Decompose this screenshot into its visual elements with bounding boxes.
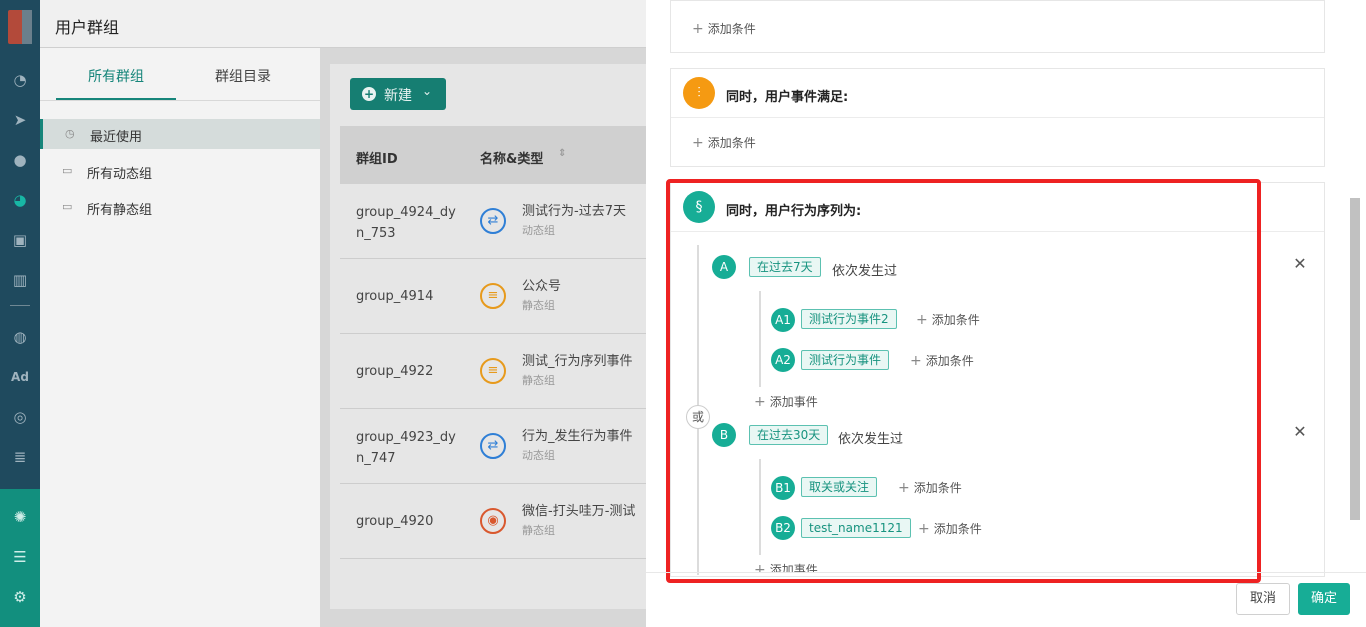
row-group-id: group_4924_dyn_753 (356, 205, 456, 241)
bar-chart-icon[interactable]: ▥ (8, 268, 32, 292)
nav-recent[interactable]: ◷ 最近使用 (40, 119, 320, 149)
add-condition-label: 添加条件 (707, 136, 756, 150)
row-group-id: group_4914 (356, 289, 434, 304)
page-title: 用户群组 (55, 18, 120, 37)
row-name[interactable]: 测试行为-过去7天 (522, 200, 646, 219)
user-group-icon[interactable]: ◕ (8, 188, 32, 212)
page-header: 用户群组 (40, 0, 646, 48)
user-groups-page: 用户群组 所有群组 群组目录 ◷ 最近使用 ▭ 所有动态组 ▭ 所有静态组 + … (40, 0, 646, 627)
tab-all-groups[interactable]: 所有群组 (88, 66, 144, 86)
event-section-title: 同时，用户事件满足: (726, 90, 849, 105)
table-row[interactable]: group_4923_dyn_747 ⇄ 行为_发生行为事件 动态组 (340, 409, 646, 484)
row-type: 静态组 (522, 524, 555, 537)
row-name[interactable]: 行为_发生行为事件 (522, 425, 646, 444)
table-row[interactable]: group_4924_dyn_753 ⇄ 测试行为-过去7天 动态组 (340, 184, 646, 259)
table-row[interactable]: group_4920 ◉ 微信-打头哇万-测试 静态组 (340, 484, 646, 559)
wechat-group-icon: ◉ (480, 508, 506, 534)
add-condition-link[interactable]: + 添加条件 (692, 134, 756, 151)
row-type: 静态组 (522, 299, 555, 312)
folder-icon: ▭ (62, 164, 73, 177)
sort-icon[interactable]: ⇕ (558, 148, 566, 159)
footer-divider (646, 572, 1366, 573)
row-group-id: group_4922 (356, 364, 434, 379)
app-logo (8, 10, 32, 44)
new-group-button[interactable]: + 新建 ⌄ (350, 78, 446, 110)
close-icon[interactable]: ✕ (1292, 256, 1308, 272)
wechat-icon[interactable]: ◍ (8, 325, 32, 349)
active-tab-indicator (56, 98, 176, 100)
rail-bottom-panel: ✺ ☰ ⚙ (0, 489, 40, 627)
folder-icon: ▭ (62, 200, 73, 213)
user-icon[interactable]: ● (8, 148, 32, 172)
row-name[interactable]: 测试_行为序列事件 (522, 350, 646, 369)
nav-static-label: 所有静态组 (87, 203, 153, 218)
group-table-area: + 新建 ⌄ 群组ID 名称&类型 ⇕ group_4924_dyn_753 ⇄… (330, 64, 646, 609)
highlight-box (666, 179, 1261, 583)
row-group-id: group_4920 (356, 514, 434, 529)
static-group-icon: ≡ (480, 283, 506, 309)
dynamic-group-icon: ⇄ (480, 433, 506, 459)
tab-group-directory[interactable]: 群组目录 (215, 66, 271, 86)
drawer-scrollbar[interactable] (1350, 198, 1360, 520)
server-icon[interactable]: ☰ (8, 545, 32, 569)
dynamic-group-icon: ⇄ (480, 208, 506, 234)
add-condition-label: 添加条件 (707, 22, 756, 36)
column-group-id: 群组ID (356, 152, 398, 167)
dashboard-icon[interactable]: ◔ (8, 68, 32, 92)
plus-circle-icon: + (362, 87, 376, 101)
new-button-label: 新建 (384, 88, 412, 104)
network-icon[interactable]: ✺ (8, 505, 32, 529)
divider (671, 117, 1324, 118)
chevron-down-icon: ⌄ (422, 84, 433, 98)
icon-rail: ◔ ➤ ● ◕ ▣ ▥ ◍ Ad ◎ ≣ ✺ ☰ ⚙ (0, 0, 40, 627)
table-row[interactable]: group_4922 ≡ 测试_行为序列事件 静态组 (340, 334, 646, 409)
nav-static-groups[interactable]: ▭ 所有静态组 (40, 192, 320, 222)
add-condition-link[interactable]: + 添加条件 (692, 20, 756, 37)
row-name[interactable]: 微信-打头哇万-测试 (522, 500, 646, 519)
column-name-type[interactable]: 名称&类型 (480, 148, 543, 167)
nav-dynamic-groups[interactable]: ▭ 所有动态组 (40, 156, 320, 186)
table-row[interactable]: group_4914 ≡ 公众号 静态组 (340, 259, 646, 334)
row-name[interactable]: 公众号 (522, 275, 646, 294)
cancel-button[interactable]: 取消 (1236, 583, 1290, 615)
static-group-icon: ≡ (480, 358, 506, 384)
target-icon[interactable]: ◎ (8, 405, 32, 429)
confirm-button[interactable]: 确定 (1298, 583, 1350, 615)
row-type: 静态组 (522, 374, 555, 387)
rail-divider (10, 305, 30, 306)
tab-divider (40, 100, 320, 101)
close-icon[interactable]: ✕ (1292, 424, 1308, 440)
send-icon[interactable]: ➤ (8, 108, 32, 132)
group-subnav: 所有群组 群组目录 ◷ 最近使用 ▭ 所有动态组 ▭ 所有静态组 (40, 48, 320, 627)
row-group-id: group_4923_dyn_747 (356, 430, 456, 466)
gear-icon[interactable]: ⚙ (8, 585, 32, 609)
table-header: 群组ID 名称&类型 ⇕ (340, 126, 646, 184)
bookmark-icon[interactable]: ▣ (8, 228, 32, 252)
ad-icon[interactable]: Ad (8, 365, 32, 389)
clock-icon: ◷ (65, 127, 75, 140)
row-type: 动态组 (522, 449, 555, 462)
nav-dynamic-label: 所有动态组 (87, 167, 153, 182)
row-type: 动态组 (522, 224, 555, 237)
list-icon[interactable]: ≣ (8, 445, 32, 469)
sliders-icon: ⫶ (683, 77, 715, 109)
previous-condition-card (670, 0, 1325, 53)
nav-recent-label: 最近使用 (90, 130, 143, 145)
